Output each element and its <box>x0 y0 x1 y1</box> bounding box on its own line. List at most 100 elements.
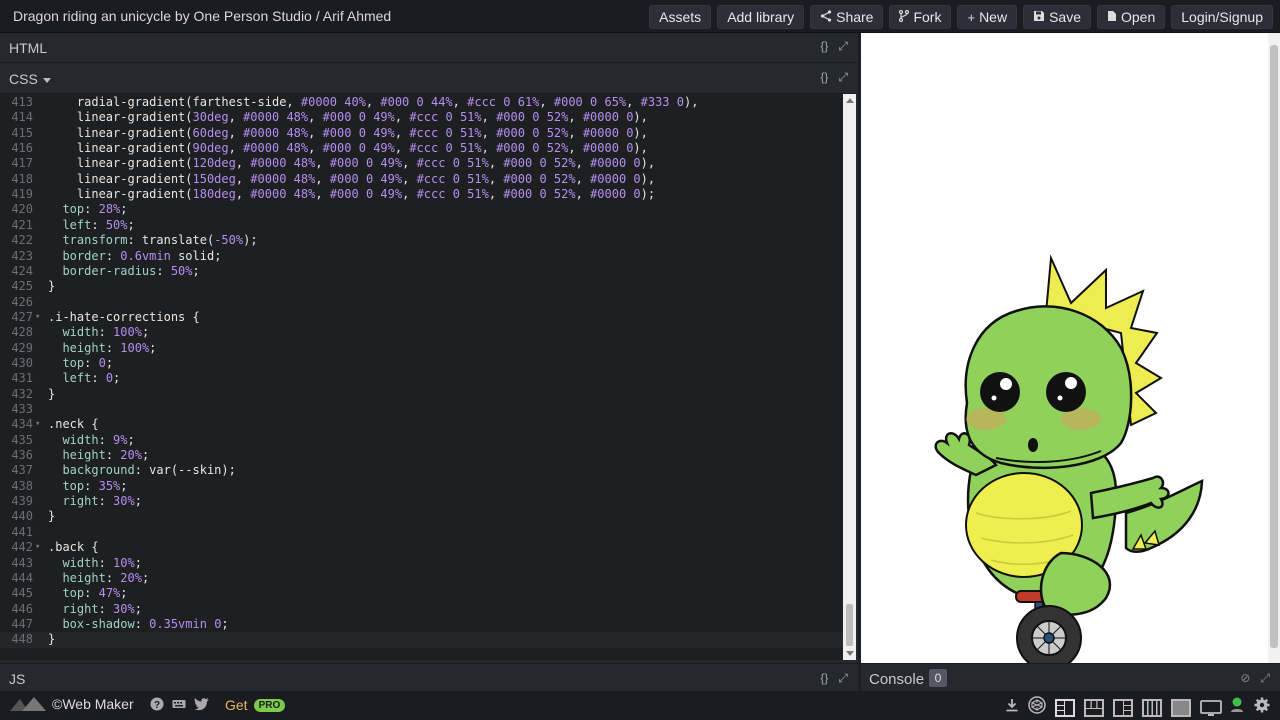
save-icon <box>1033 10 1045 25</box>
code-text: } <box>48 386 56 401</box>
keyboard-icon[interactable] <box>172 697 186 714</box>
layout-3-icon[interactable] <box>1113 698 1133 717</box>
code-line[interactable]: 425} <box>0 279 843 294</box>
code-line[interactable]: 427 ▾ .i-hate-corrections { <box>0 310 843 325</box>
scroll-thumb[interactable] <box>846 604 853 646</box>
code-line[interactable]: 432} <box>0 387 843 402</box>
html-pane-header[interactable]: HTML {} ⤢ <box>0 33 858 63</box>
download-icon[interactable] <box>1005 698 1019 717</box>
js-pane-header[interactable]: JS {} ⤢ <box>0 663 858 691</box>
code-line[interactable]: 417 linear-gradient(120deg, #0000 48%, #… <box>0 156 843 171</box>
login-signup-button[interactable]: Login/Signup <box>1171 5 1273 29</box>
code-line[interactable]: 447 box-shadow: 0.35vmin 0; <box>0 617 843 632</box>
clear-console-icon[interactable]: ⊘ <box>1240 671 1250 686</box>
code-line[interactable]: 445 top: 47%; <box>0 586 843 601</box>
code-line[interactable]: 426 <box>0 295 843 310</box>
code-line[interactable]: 442 ▾ .back { <box>0 540 843 555</box>
code-line[interactable]: 431 left: 0; <box>0 371 843 386</box>
notifications-icon[interactable] <box>1229 697 1245 718</box>
code-line[interactable]: 424 border-radius: 50%; <box>0 264 843 279</box>
code-line[interactable]: 429 height: 100%; <box>0 341 843 356</box>
line-number: 448 <box>11 632 33 647</box>
code-line[interactable]: 419 linear-gradient(180deg, #0000 48%, #… <box>0 187 843 202</box>
code-line[interactable]: 444 height: 20%; <box>0 571 843 586</box>
twitter-icon[interactable] <box>194 697 210 714</box>
code-line[interactable]: 422 transform: translate(-50%); <box>0 233 843 248</box>
scroll-down-icon[interactable] <box>846 651 854 656</box>
gear-icon[interactable] <box>1254 697 1270 718</box>
console-label: Console <box>869 671 925 688</box>
preview-scroll-thumb[interactable] <box>1270 45 1278 648</box>
fold-arrow-icon[interactable]: ▾ <box>35 417 40 432</box>
code-line[interactable]: 439 right: 30%; <box>0 494 843 509</box>
assets-button[interactable]: Assets <box>649 5 712 29</box>
format-code-icon[interactable]: {} <box>820 671 828 686</box>
code-line[interactable]: 440} <box>0 509 843 524</box>
css-pane-header[interactable]: CSS {} ⤢ <box>0 64 858 94</box>
fork-button[interactable]: Fork <box>889 5 952 29</box>
code-line[interactable]: 434 ▾ .neck { <box>0 417 843 432</box>
code-scrollbar[interactable] <box>843 94 856 660</box>
preview-scrollbar[interactable] <box>1268 33 1280 663</box>
code-line[interactable]: 446 right: 30%; <box>0 602 843 617</box>
format-code-icon[interactable]: {} <box>820 39 828 54</box>
line-number: 440 <box>11 509 33 524</box>
dragon-illustration <box>934 254 1204 663</box>
new-button[interactable]: + New <box>957 5 1018 29</box>
save-button[interactable]: Save <box>1023 5 1091 29</box>
detached-preview-icon[interactable] <box>1200 699 1222 717</box>
layout-1-icon[interactable] <box>1055 698 1075 717</box>
console-header[interactable]: Console 0 ⊘ ⤢ <box>861 663 1280 691</box>
line-number: 435 <box>11 432 33 447</box>
fold-arrow-icon[interactable]: ▾ <box>35 310 40 325</box>
fold-arrow-icon[interactable]: ▾ <box>35 540 40 555</box>
code-line[interactable]: 433 <box>0 402 843 417</box>
code-line[interactable]: 428 width: 100%; <box>0 325 843 340</box>
line-number: 417 <box>11 156 33 171</box>
code-line[interactable]: 430 top: 0; <box>0 356 843 371</box>
get-pro-link[interactable]: Get PRO <box>225 697 286 713</box>
css-code-editor[interactable]: 413 radial-gradient(farthest-side, #0000… <box>0 94 843 660</box>
code-line[interactable]: 435 width: 9%; <box>0 433 843 448</box>
layout-4-icon[interactable] <box>1142 698 1162 717</box>
fork-icon <box>899 9 910 25</box>
code-text: top: 0; <box>62 355 114 370</box>
code-line[interactable]: 438 top: 35%; <box>0 479 843 494</box>
code-line[interactable]: 420 top: 28%; <box>0 202 843 217</box>
brand[interactable]: ©Web Maker <box>8 695 134 713</box>
scroll-up-icon[interactable] <box>846 98 854 103</box>
line-number: 428 <box>11 325 33 340</box>
code-line[interactable]: 443 width: 10%; <box>0 556 843 571</box>
maximize-icon[interactable]: ⤢ <box>838 39 848 54</box>
code-line[interactable]: 414 linear-gradient(30deg, #0000 48%, #0… <box>0 110 843 125</box>
codepen-icon[interactable] <box>1028 696 1046 719</box>
code-text: radial-gradient(farthest-side, #0000 40%… <box>48 95 699 109</box>
layout-2-icon[interactable] <box>1084 698 1104 717</box>
format-code-icon[interactable]: {} <box>820 70 828 85</box>
add-library-button[interactable]: Add library <box>717 5 805 29</box>
maximize-icon[interactable]: ⤢ <box>1260 671 1270 686</box>
help-icon[interactable]: ? <box>150 697 164 714</box>
share-button[interactable]: Share <box>810 5 884 29</box>
preview-pane[interactable] <box>861 33 1280 663</box>
code-line[interactable]: 416 linear-gradient(90deg, #0000 48%, #0… <box>0 141 843 156</box>
maximize-icon[interactable]: ⤢ <box>838 70 848 85</box>
code-line[interactable]: 421 left: 50%; <box>0 218 843 233</box>
code-line[interactable]: 437 background: var(--skin); <box>0 463 843 478</box>
code-line[interactable]: 415 linear-gradient(60deg, #0000 48%, #0… <box>0 126 843 141</box>
css-pane-label[interactable]: CSS <box>9 71 51 87</box>
open-button[interactable]: Open <box>1097 5 1166 29</box>
code-line[interactable]: 448} <box>0 632 843 648</box>
code-line[interactable]: 436 height: 20%; <box>0 448 843 463</box>
line-number: 418 <box>11 171 33 186</box>
assets-label: Assets <box>659 9 702 25</box>
code-line[interactable]: 413 radial-gradient(farthest-side, #0000… <box>0 95 843 110</box>
code-line[interactable]: 423 border: 0.6vmin solid; <box>0 249 843 264</box>
layout-full-icon[interactable] <box>1171 698 1191 717</box>
code-line[interactable]: 418 linear-gradient(150deg, #0000 48%, #… <box>0 172 843 187</box>
code-line[interactable]: 441 <box>0 525 843 540</box>
maximize-icon[interactable]: ⤢ <box>838 671 848 686</box>
share-label: Share <box>836 9 874 25</box>
code-text: } <box>48 632 56 647</box>
code-text: top: 35%; <box>62 478 128 493</box>
